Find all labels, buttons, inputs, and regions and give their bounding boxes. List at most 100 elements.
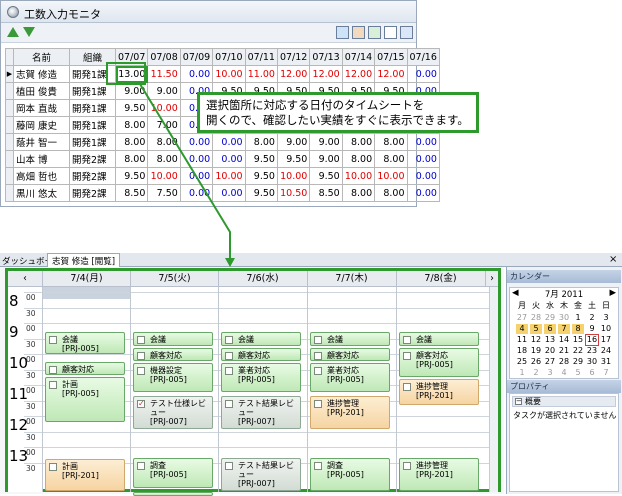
- mini-calendar-day[interactable]: 3: [600, 313, 612, 323]
- mini-calendar-day[interactable]: 29: [572, 357, 584, 367]
- mini-calendar-day[interactable]: 9: [586, 324, 598, 334]
- mini-calendar-day[interactable]: 14: [558, 335, 570, 345]
- calendar-event[interactable]: 会議: [133, 332, 213, 346]
- mini-calendar-day[interactable]: 7: [600, 368, 612, 378]
- calendar-event[interactable]: 顧客対応: [45, 361, 125, 376]
- cell-hours[interactable]: 0.00: [179, 150, 214, 168]
- day-header[interactable]: 7/7(木): [307, 271, 395, 287]
- cell-hours[interactable]: 10.00: [212, 65, 246, 83]
- cell-hours[interactable]: 8.00: [374, 184, 408, 202]
- cell-hours[interactable]: 10.00: [147, 167, 181, 185]
- calendar-event[interactable]: 進捗管理 [PRJ-201]: [399, 457, 479, 492]
- cell-hours[interactable]: 0.00: [179, 133, 214, 151]
- column-header[interactable]: 07/12: [276, 48, 311, 66]
- cell-hours[interactable]: 9.50: [244, 184, 278, 202]
- mini-calendar-day[interactable]: 27: [516, 313, 528, 323]
- cell-hours[interactable]: 9.00: [276, 133, 311, 151]
- mini-calendar-day[interactable]: 6: [586, 368, 598, 378]
- mini-calendar-day[interactable]: 7: [558, 324, 570, 334]
- cell-hours[interactable]: 0.00: [212, 133, 246, 151]
- day-header[interactable]: 7/8(金): [396, 271, 484, 287]
- mini-calendar-day[interactable]: 26: [530, 357, 542, 367]
- day-header[interactable]: 7/4(月): [42, 271, 130, 287]
- cell-hours[interactable]: 8.00: [374, 133, 408, 151]
- cell-hours[interactable]: 10.50: [276, 184, 311, 202]
- mini-calendar-day[interactable]: 1: [516, 368, 528, 378]
- mini-calendar-day[interactable]: 16: [585, 334, 599, 346]
- calendar-event[interactable]: 業者対応 [PRJ-005]: [221, 363, 301, 393]
- export-icon[interactable]: [368, 26, 381, 39]
- mini-calendar-day[interactable]: 1: [572, 313, 584, 323]
- calendar-event[interactable]: 計画 [PRJ-005]: [45, 377, 125, 422]
- calendar-event[interactable]: 業者対応 [PRJ-005]: [310, 363, 390, 393]
- cell-hours[interactable]: 0.00: [406, 150, 440, 168]
- cell-hours[interactable]: 10.00: [374, 167, 408, 185]
- cell-hours[interactable]: 9.00: [114, 82, 149, 100]
- cell-group[interactable]: 開発1課: [69, 116, 116, 134]
- cell-hours[interactable]: 12.00: [374, 65, 408, 83]
- mini-calendar-day[interactable]: 8: [572, 324, 584, 334]
- task-checkbox[interactable]: [137, 336, 145, 345]
- cell-hours[interactable]: 9.00: [309, 133, 343, 151]
- cell-hours[interactable]: 9.50: [244, 167, 278, 185]
- task-checkbox[interactable]: [403, 461, 411, 470]
- document-icon[interactable]: [384, 26, 397, 39]
- mini-calendar-day[interactable]: 23: [586, 346, 598, 356]
- mini-calendar-day[interactable]: 30: [586, 357, 598, 367]
- mini-calendar-day[interactable]: 6: [544, 324, 556, 334]
- mini-calendar-day[interactable]: 28: [558, 357, 570, 367]
- cell-hours[interactable]: 0.00: [406, 167, 440, 185]
- cell-hours[interactable]: 7.00: [147, 116, 181, 134]
- calendar-event[interactable]: 顧客対応 [PRJ-005]: [399, 347, 479, 377]
- cell-hours[interactable]: 9.00: [147, 82, 181, 100]
- task-checkbox[interactable]: [403, 382, 411, 391]
- cell-group[interactable]: 開発2課: [69, 167, 116, 185]
- cell-hours[interactable]: 8.00: [147, 133, 181, 151]
- task-checkbox[interactable]: [225, 367, 233, 376]
- day-header[interactable]: 7/6(水): [218, 271, 306, 287]
- mini-calendar-day[interactable]: 24: [600, 346, 612, 356]
- month-next-icon[interactable]: ▶: [609, 288, 616, 298]
- cell-hours[interactable]: 9.50: [114, 99, 149, 117]
- cell-name[interactable]: 黒川 悠太: [13, 184, 70, 202]
- mini-calendar-day[interactable]: 22: [572, 346, 584, 356]
- grid-icon[interactable]: [352, 26, 365, 39]
- cell-hours[interactable]: 0.00: [406, 184, 440, 202]
- mini-calendar-day[interactable]: 5: [572, 368, 584, 378]
- arrow-down-icon[interactable]: [23, 27, 35, 37]
- cell-hours[interactable]: 10.00: [276, 167, 311, 185]
- cell-hours[interactable]: 10.00: [341, 167, 376, 185]
- calendar-event[interactable]: テスト仕様レビュー[PRJ-007]: [133, 395, 213, 430]
- cell-hours[interactable]: 9.50: [244, 150, 278, 168]
- calendar-event[interactable]: 顧客対応: [221, 347, 301, 362]
- column-header[interactable]: 名前: [13, 48, 70, 66]
- cell-hours[interactable]: 8.00: [374, 150, 408, 168]
- mini-calendar-day[interactable]: 17: [600, 335, 612, 345]
- cell-group[interactable]: 開発1課: [69, 82, 116, 100]
- cell-hours[interactable]: 0.00: [179, 65, 214, 83]
- cell-hours[interactable]: 11.00: [244, 65, 278, 83]
- cell-hours[interactable]: 8.00: [341, 184, 376, 202]
- day-header[interactable]: 7/5(火): [130, 271, 218, 287]
- mini-calendar-day[interactable]: 15: [572, 335, 584, 345]
- cell-hours[interactable]: 9.00: [309, 150, 343, 168]
- cell-hours[interactable]: 8.00: [114, 150, 149, 168]
- cell-hours[interactable]: 8.00: [114, 133, 149, 151]
- task-checkbox[interactable]: [225, 351, 233, 360]
- mini-calendar-day[interactable]: 2: [586, 313, 598, 323]
- task-checkbox[interactable]: [225, 461, 233, 470]
- cell-hours[interactable]: 0.00: [406, 133, 440, 151]
- task-checkbox[interactable]: [314, 367, 322, 376]
- cell-name[interactable]: 山本 博: [13, 150, 70, 168]
- calendar-event[interactable]: テスト結果レビュー [PRJ-007]: [221, 457, 301, 492]
- calendar-event[interactable]: 進捗管理 [PRJ-201]: [399, 378, 479, 405]
- calendar-event[interactable]: テスト結果レビュー [PRJ-007]: [221, 395, 301, 430]
- task-checkbox[interactable]: [49, 463, 57, 472]
- cell-name[interactable]: 植田 俊貴: [13, 82, 70, 100]
- cell-group[interactable]: 開発1課: [69, 99, 116, 117]
- calendar-event[interactable]: 調査 [PRJ-005]: [133, 457, 213, 489]
- nav-next-button[interactable]: ›: [485, 271, 498, 287]
- cell-hours[interactable]: 8.00: [341, 133, 376, 151]
- mini-calendar-day[interactable]: 12: [530, 335, 542, 345]
- cell-hours[interactable]: 7.50: [147, 184, 181, 202]
